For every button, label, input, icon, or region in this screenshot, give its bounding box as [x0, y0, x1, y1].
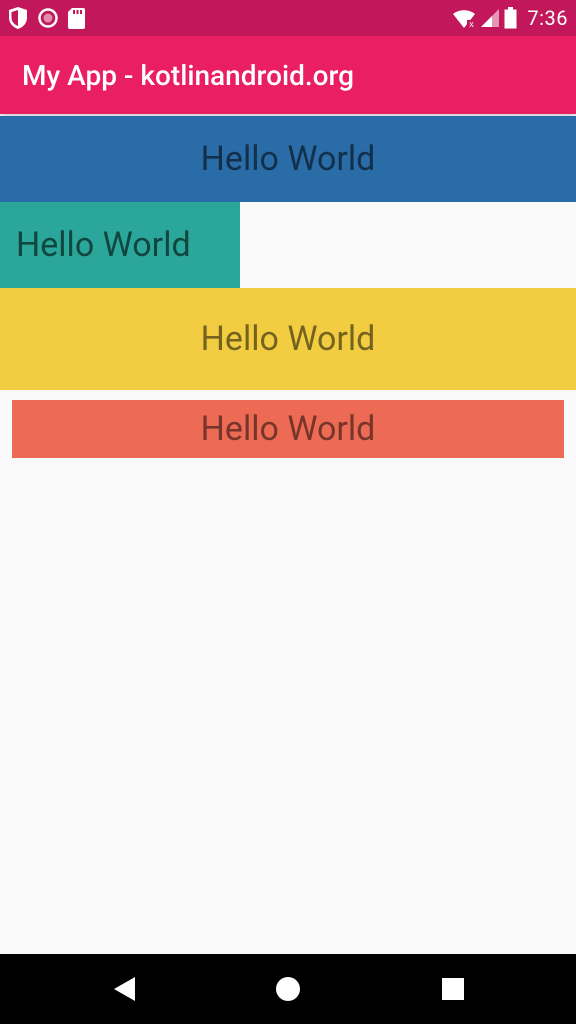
textview-label: Hello World [201, 319, 376, 359]
textview-wrap-content-container: Hello World [0, 202, 576, 288]
textview-full-width-yellow: Hello World [0, 288, 576, 390]
textview-label: Hello World [201, 139, 376, 179]
signal-icon [480, 8, 500, 28]
back-button[interactable] [78, 959, 168, 1019]
battery-icon [504, 7, 517, 29]
android-screen: x 7:36 My App - kotlinandroid.org Hello … [0, 0, 576, 1024]
sd-card-icon [68, 8, 85, 29]
textview-margin-orange: Hello World [12, 400, 564, 458]
wifi-icon: x [452, 8, 476, 28]
home-icon [274, 975, 302, 1003]
content-area: Hello World Hello World Hello World Hell… [0, 116, 576, 954]
app-bar: My App - kotlinandroid.org [0, 36, 576, 114]
textview-wrap-content-teal: Hello World [0, 202, 240, 288]
textview-label: Hello World [201, 409, 376, 449]
navigation-bar [0, 954, 576, 1024]
app-title: My App - kotlinandroid.org [22, 59, 354, 92]
circle-icon [38, 8, 58, 28]
svg-text:x: x [470, 19, 475, 28]
status-bar-left [8, 7, 85, 29]
status-time: 7:36 [527, 6, 568, 30]
textview-label: Hello World [16, 225, 191, 265]
textview-margin-container: Hello World [0, 390, 576, 458]
recents-icon [441, 977, 465, 1001]
status-bar-right: x 7:36 [452, 6, 568, 30]
textview-full-width-blue: Hello World [0, 116, 576, 202]
back-icon [110, 975, 136, 1003]
recents-button[interactable] [408, 959, 498, 1019]
home-button[interactable] [243, 959, 333, 1019]
status-bar: x 7:36 [0, 0, 576, 36]
shield-icon [8, 7, 28, 29]
